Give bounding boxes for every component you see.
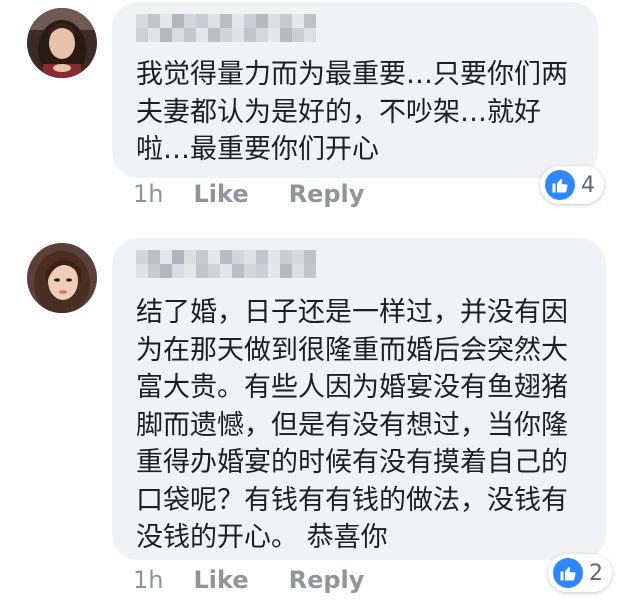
- redacted-author-name: [136, 250, 316, 282]
- like-button[interactable]: Like: [193, 180, 248, 208]
- timestamp[interactable]: 1h: [133, 180, 163, 208]
- redacted-author-name: [136, 14, 316, 46]
- comment-actions: 1h Like Reply: [133, 566, 404, 594]
- comment: 我觉得量力而为最重要…只要你们两夫妻都认为是好的，不吵架…就好啦…最重要你们开心…: [0, 0, 640, 220]
- reaction-count: 2: [589, 560, 603, 586]
- reply-button[interactable]: Reply: [289, 566, 365, 594]
- comment-text: 我觉得量力而为最重要…只要你们两夫妻都认为是好的，不吵架…就好啦…最重要你们开心: [136, 59, 568, 165]
- avatar[interactable]: [27, 243, 97, 313]
- like-button[interactable]: Like: [193, 566, 248, 594]
- comment-bubble: 结了婚，日子还是一样过，并没有因为在那天做到很隆重而婚后会突然大富大贵。有些人因…: [112, 238, 606, 560]
- comment-bubble: 我觉得量力而为最重要…只要你们两夫妻都认为是好的，不吵架…就好啦…最重要你们开心: [112, 2, 598, 178]
- avatar-photo: [27, 8, 97, 78]
- timestamp[interactable]: 1h: [133, 566, 163, 594]
- comment-actions: 1h Like Reply: [133, 180, 404, 208]
- thumbs-up-icon: [553, 558, 583, 588]
- reply-button[interactable]: Reply: [289, 180, 365, 208]
- thumbs-up-icon: [545, 170, 575, 200]
- reaction-count: 4: [581, 172, 595, 198]
- comment: 结了婚，日子还是一样过，并没有因为在那天做到很隆重而婚后会突然大富大贵。有些人因…: [0, 228, 640, 606]
- avatar[interactable]: [27, 8, 97, 78]
- comment-text: 结了婚，日子还是一样过，并没有因为在那天做到很隆重而婚后会突然大富大贵。有些人因…: [136, 297, 568, 553]
- reaction-summary[interactable]: 2: [548, 554, 612, 592]
- reaction-summary[interactable]: 4: [540, 166, 604, 204]
- avatar-photo: [27, 243, 97, 313]
